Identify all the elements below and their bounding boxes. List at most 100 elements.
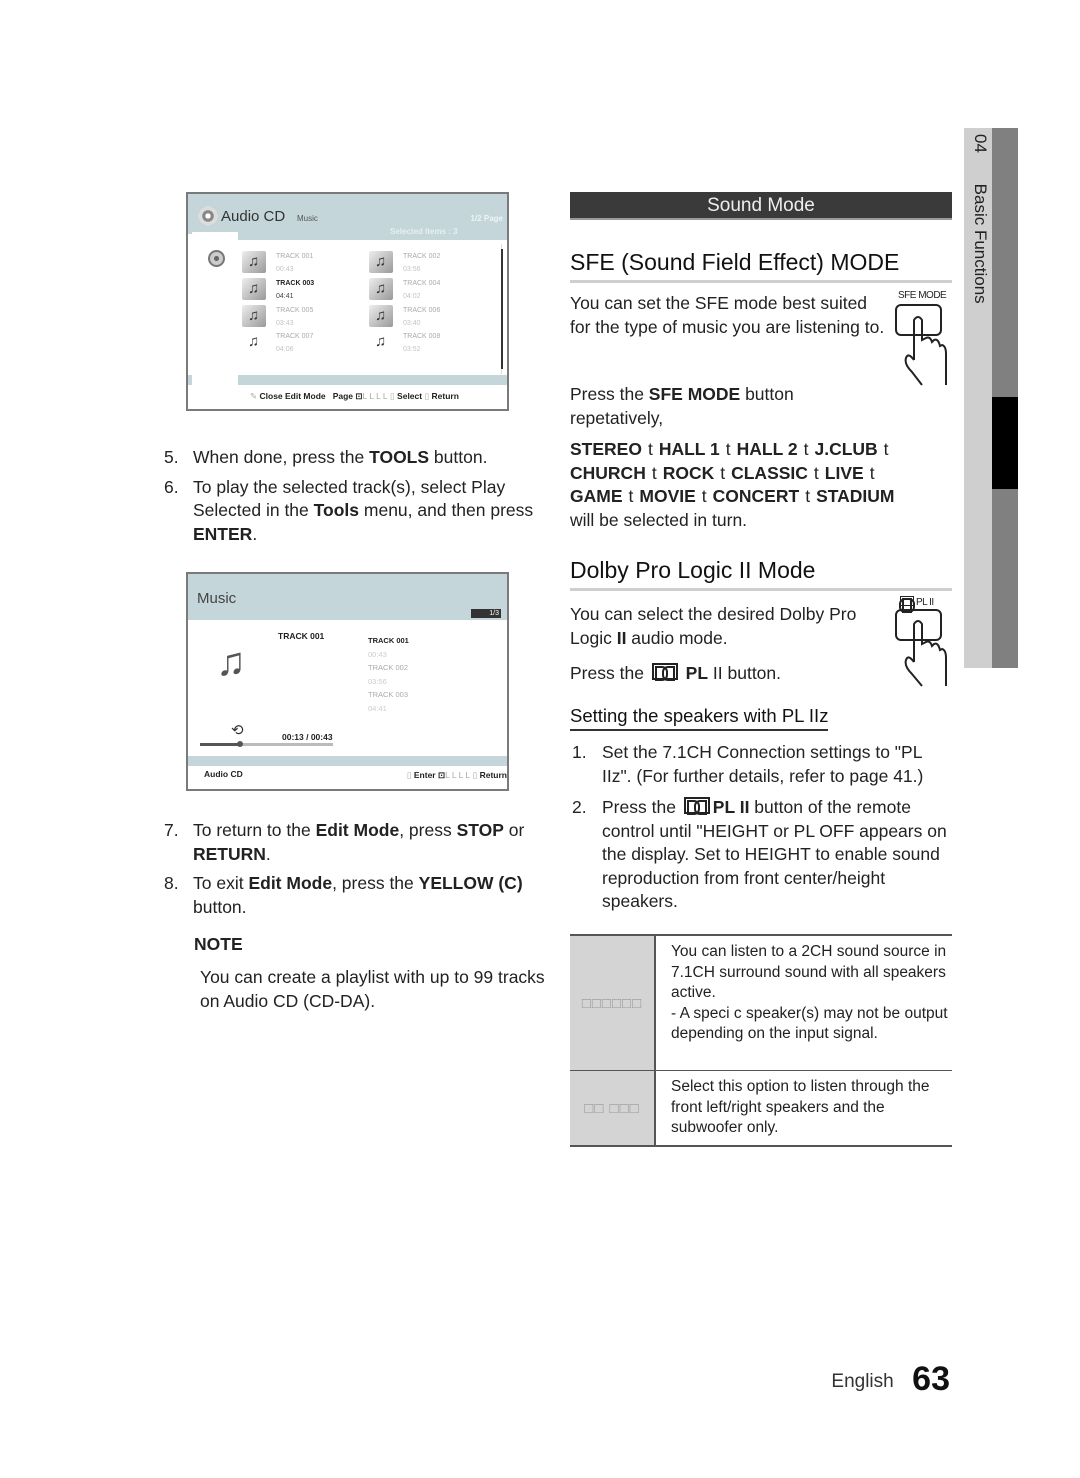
step-text: . <box>252 523 258 544</box>
step-text: . <box>265 843 271 864</box>
chapter-tab-label: 04 Basic Functions <box>966 134 990 334</box>
track-item[interactable]: ♫ TRACK 003 04:41 <box>242 278 352 304</box>
screen-footer: ✎ Close Edit Mode Page ⊡L L L L ▯ Select… <box>250 391 459 402</box>
key-term: STOP <box>456 820 504 840</box>
track-thumbnail: ♫ <box>369 278 393 300</box>
speakers-heading: Setting the speakers with PL IIz <box>570 705 829 731</box>
track-time: 03:40 <box>403 320 421 327</box>
pl2-button-label: PL II <box>899 596 934 613</box>
track-name[interactable]: TRACK 002 <box>368 661 409 675</box>
dolby-logo-icon <box>651 663 678 681</box>
page-keys: L L L L <box>445 770 471 780</box>
key-term: TOOLS <box>369 447 430 467</box>
screen-title: Music <box>197 590 237 607</box>
sfe-mode-item: HALL 2 <box>736 439 798 459</box>
return-key-icon: ▯ <box>472 770 478 780</box>
disc-icon <box>208 250 225 267</box>
selected-count: Selected Items : 3 <box>390 227 458 236</box>
text: PL II <box>916 597 934 608</box>
sfe-mode-sequence: STEREO t HALL 1 t HALL 2 t J.CLUB t CHURCH t ROCK t… <box>570 438 955 532</box>
option-note: - A speci c speaker(s) may not be output… <box>671 1004 948 1043</box>
chapter-title: Basic Functions <box>971 183 990 304</box>
step-text: button. <box>429 447 488 467</box>
sfe-mode-item: ROCK <box>662 462 715 483</box>
progress-fill <box>200 743 240 746</box>
source-label: Audio CD <box>204 769 243 779</box>
page-keys: L L L L <box>362 391 388 401</box>
enter-label: Enter <box>413 770 436 780</box>
music-note-icon: ♫ <box>248 280 260 297</box>
dolby-logo-icon <box>899 596 915 613</box>
track-name[interactable]: TRACK 003 <box>368 688 409 702</box>
key-term: ENTER <box>193 523 253 544</box>
step-number: 1. <box>572 742 587 762</box>
now-playing-title: TRACK 001 <box>278 631 325 641</box>
key-term: YELLOW (C) <box>418 873 523 893</box>
arrow-icon: t <box>651 462 657 483</box>
track-item[interactable]: ♫ TRACK 001 00:43 <box>242 251 352 277</box>
select-key-icon: ▯ <box>389 391 395 401</box>
track-time: 03:52 <box>403 346 421 353</box>
music-note-icon: ♫ <box>375 253 387 270</box>
screen-footer: ▯ Enter ⊡L L L L ▯ Return <box>407 770 507 781</box>
text: Press the <box>570 384 649 404</box>
sfe-mode-item: MOVIE <box>639 486 696 506</box>
track-item[interactable]: ♫ TRACK 006 03:40 <box>369 305 479 331</box>
track-item[interactable]: ♫ TRACK 008 03:52 <box>369 331 479 357</box>
step-item: 7. To return to the Edit Mode, press STOP… <box>164 819 544 866</box>
step-item: 6. To play the selected track(s), select … <box>164 476 544 547</box>
sfe-mode-item: CONCERT <box>712 486 800 506</box>
option-description: You can listen to a 2CH sound source in … <box>656 936 952 1070</box>
step-item: 5. When done, press the TOOLS button. <box>164 446 544 470</box>
dolby-intro: You can select the desired Dolby Pro Log… <box>570 603 890 650</box>
track-thumbnail: ♫ <box>242 305 266 327</box>
page-key-icon: ⊡ <box>355 391 363 401</box>
arrow-icon: t <box>883 439 889 459</box>
text: audio mode. <box>626 627 728 648</box>
footer-band-left <box>188 375 192 385</box>
page-footer: English 63 <box>831 1360 950 1399</box>
header-band <box>238 234 507 240</box>
step-text: menu, and then press <box>359 500 534 520</box>
close-edit-label: Close Edit Mode <box>259 391 326 401</box>
track-name[interactable]: TRACK 001 <box>368 634 409 648</box>
key-term: Tools <box>313 500 360 520</box>
select-label: Select <box>397 391 423 401</box>
pl2-button-illustration: PL II <box>888 596 954 688</box>
step-text: To exit <box>193 873 249 893</box>
arrow-icon: t <box>720 462 726 483</box>
hand-press-icon <box>895 609 947 687</box>
dolby-heading: Dolby Pro Logic II Mode <box>570 557 952 591</box>
arrow-icon: t <box>628 486 634 506</box>
track-item[interactable]: ♫ TRACK 007 04:06 <box>242 331 352 357</box>
step-text: When done, press the <box>193 447 370 467</box>
track-item[interactable]: ♫ TRACK 005 03:43 <box>242 305 352 331</box>
arrow-icon: t <box>813 462 819 483</box>
sfe-press-instruction: Press the SFE MODE button repetatively, <box>570 383 890 430</box>
key-term: RETURN <box>193 843 266 864</box>
track-item[interactable]: ♫ TRACK 004 04:02 <box>369 278 479 304</box>
text: Select this option to listen through the… <box>671 1078 930 1136</box>
page-label: Page <box>332 391 354 401</box>
section-bar: Sound Mode <box>570 192 952 220</box>
step-text: button. <box>193 896 247 917</box>
text: Press the <box>570 663 649 683</box>
arrow-icon: t <box>869 462 875 483</box>
track-time: 04:02 <box>403 293 421 300</box>
sfe-sequence-tail: will be selected in turn. <box>570 509 748 530</box>
text: PL <box>685 663 709 683</box>
audio-cd-edit-screenshot: Audio CD Music 1/2 Page Selected Items :… <box>186 192 509 411</box>
return-label: Return <box>479 770 507 780</box>
note-heading: NOTE <box>194 934 243 954</box>
sfe-mode-item: HALL 1 <box>658 439 720 459</box>
music-playback-screenshot: Music 1/3 TRACK 001 ♫ TRACK 001 00:43 TRAC… <box>186 572 509 791</box>
step-number: 2. <box>572 797 587 817</box>
enter-key-icon: ▯ <box>406 770 412 780</box>
music-note-icon: ♫ <box>216 640 246 684</box>
steps-list-1: 5. When done, press the TOOLS button. 6. To… <box>164 446 544 552</box>
step-number: 7. <box>164 820 179 840</box>
step-number: 5. <box>164 447 179 467</box>
track-item[interactable]: ♫ TRACK 002 03:56 <box>369 251 479 277</box>
music-note-icon: ♫ <box>248 333 260 350</box>
track-thumbnail: ♫ <box>242 278 266 300</box>
